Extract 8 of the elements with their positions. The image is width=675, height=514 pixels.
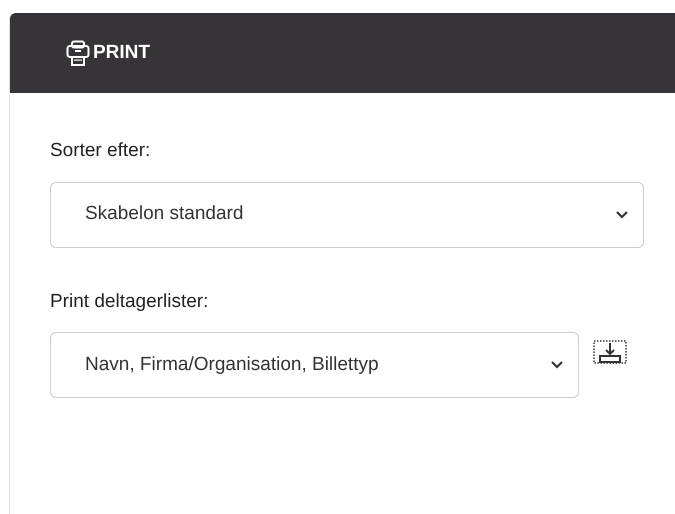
printer-icon: [66, 40, 90, 66]
field-label: Sorter efter:: [50, 139, 152, 163]
panel-title: PRINT: [93, 40, 150, 65]
field-label: Print deltagerlister:: [50, 290, 210, 314]
chevron-down-icon: [550, 360, 564, 370]
chevron-down-icon: [615, 210, 629, 220]
dropdown-select[interactable]: Navn, Firma/Organisation, Billettyp: [50, 332, 579, 398]
dropdown-select[interactable]: Skabelon standard: [50, 182, 644, 248]
